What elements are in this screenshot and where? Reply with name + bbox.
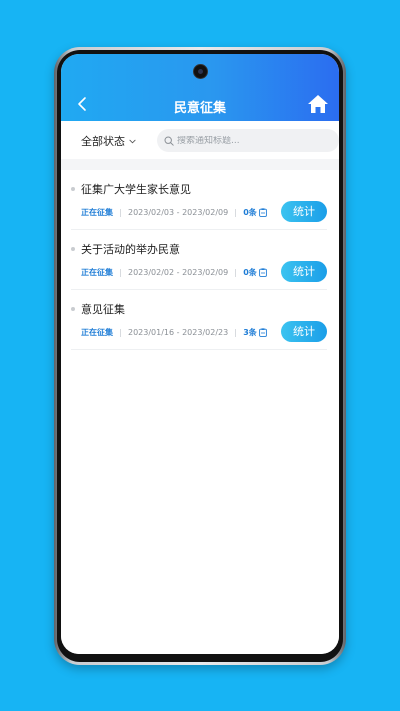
chevron-down-icon	[129, 139, 136, 143]
response-count-text: 0条	[243, 208, 257, 217]
divider	[120, 268, 121, 277]
divider	[235, 208, 237, 217]
statistics-button[interactable]: 统计	[281, 321, 327, 342]
status-dropdown-label: 全部状态	[81, 135, 125, 148]
status-badge: 正在征集	[81, 328, 113, 337]
statistics-button[interactable]: 统计	[281, 261, 327, 282]
bullet-dot	[71, 247, 75, 251]
phone-frame: 民意征集 全部状态 搜索通知标题... 征集广大学生家长意见 正在征集 2023…	[54, 47, 346, 665]
status-dropdown[interactable]: 全部状态	[81, 133, 136, 149]
list-item[interactable]: 征集广大学生家长意见 正在征集 2023/02/03 - 2023/02/09 …	[71, 170, 327, 230]
item-title: 征集广大学生家长意见	[81, 183, 191, 196]
search-input[interactable]	[177, 135, 327, 146]
clipboard-icon	[258, 328, 267, 337]
clipboard-icon	[258, 208, 267, 217]
response-count: 0条	[243, 207, 267, 218]
front-camera	[193, 65, 207, 78]
clipboard-icon	[258, 268, 267, 277]
date-range: 2023/02/03 - 2023/02/09	[128, 208, 229, 217]
list-item[interactable]: 关于活动的举办民意 正在征集 2023/02/02 - 2023/02/09 0…	[71, 230, 327, 290]
divider	[120, 328, 121, 337]
status-badge: 正在征集	[81, 208, 113, 217]
phone-bezel: 民意征集 全部状态 搜索通知标题... 征集广大学生家长意见 正在征集 2023…	[57, 50, 343, 662]
filter-bar: 全部状态	[61, 121, 339, 159]
statistics-button[interactable]: 统计	[281, 201, 327, 222]
item-meta: 正在征集 2023/01/16 - 2023/02/23 3条	[81, 327, 267, 338]
item-title: 关于活动的举办民意	[81, 243, 180, 256]
app-screen: 民意征集 全部状态 搜索通知标题... 征集广大学生家长意见 正在征集 2023…	[61, 54, 339, 654]
bullet-dot	[71, 307, 75, 311]
search-icon	[164, 135, 174, 146]
item-title: 意见征集	[81, 303, 125, 316]
home-icon	[308, 95, 328, 113]
response-count-text: 0条	[243, 268, 257, 277]
app-header: 民意征集	[61, 54, 339, 121]
bullet-dot	[71, 187, 75, 191]
date-range: 2023/02/02 - 2023/02/09	[128, 268, 229, 277]
divider	[235, 328, 237, 337]
response-count-text: 3条	[243, 328, 257, 337]
divider	[120, 208, 121, 217]
search-box[interactable]	[157, 129, 339, 152]
item-meta: 正在征集 2023/02/03 - 2023/02/09 0条	[81, 207, 267, 218]
date-range: 2023/01/16 - 2023/02/23	[128, 328, 229, 337]
item-meta: 正在征集 2023/02/02 - 2023/02/09 0条	[81, 267, 267, 278]
list-item[interactable]: 意见征集 正在征集 2023/01/16 - 2023/02/23 3条 统计	[71, 290, 327, 350]
page-title: 民意征集	[173, 101, 226, 116]
home-button[interactable]	[307, 94, 329, 114]
status-badge: 正在征集	[81, 268, 113, 277]
response-count: 3条	[243, 327, 267, 338]
notice-list: 征集广大学生家长意见 正在征集 2023/02/03 - 2023/02/09 …	[61, 170, 339, 654]
response-count: 0条	[243, 267, 267, 278]
divider	[235, 268, 237, 277]
